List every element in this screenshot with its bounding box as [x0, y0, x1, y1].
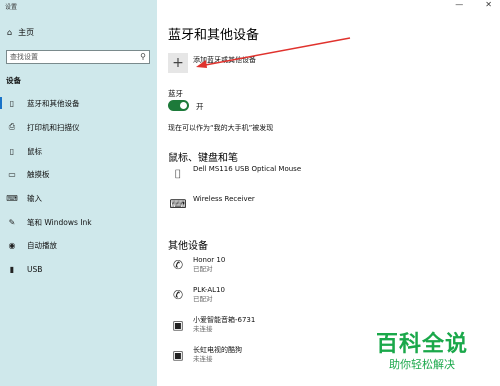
watermark-title: 百科全说 — [376, 332, 469, 357]
watermark-subtitle: 助你轻松解决 — [389, 358, 455, 371]
watermark: 百科全说 助你轻松解决 — [376, 326, 468, 372]
